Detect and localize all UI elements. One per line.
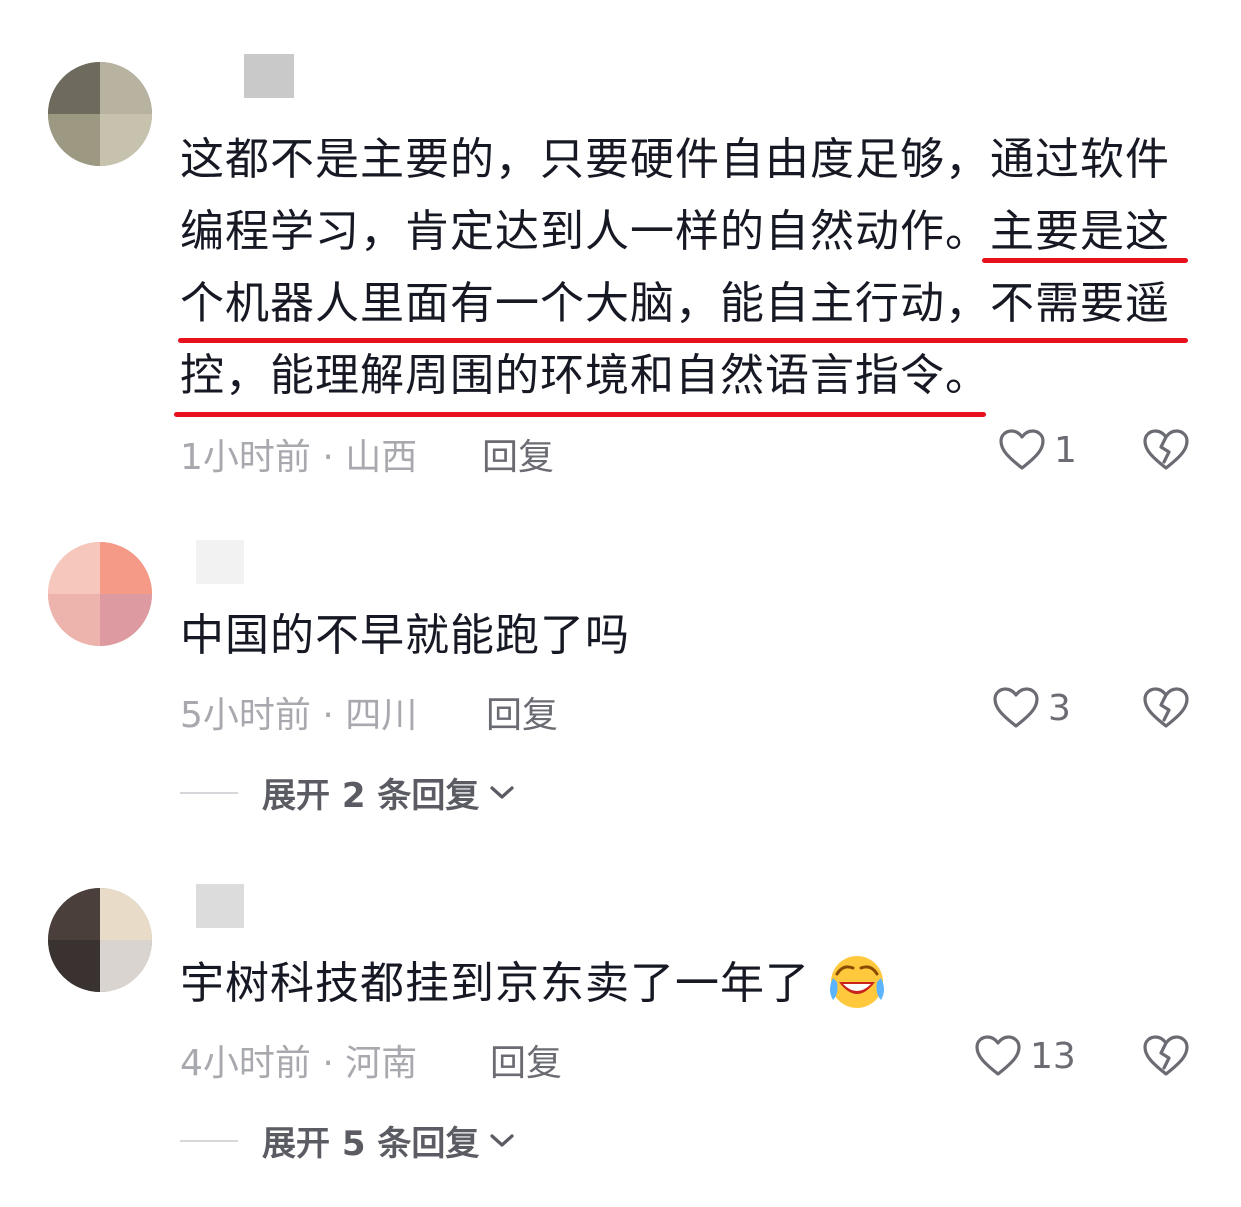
like-count: 3 (1048, 687, 1071, 729)
expand-replies-button[interactable]: 展开 5 条回复 (180, 1116, 515, 1165)
like-count: 1 (1054, 429, 1077, 471)
avatar[interactable] (48, 62, 152, 166)
crying-laughing-emoji-icon (830, 956, 884, 1008)
like-button[interactable]: 3 (992, 686, 1071, 730)
expand-replies-button[interactable]: 展开 2 条回复 (180, 768, 515, 817)
dislike-button[interactable] (1142, 428, 1190, 476)
username-redacted[interactable] (244, 54, 294, 98)
chevron-down-icon (490, 785, 514, 799)
like-button[interactable]: 13 (974, 1034, 1076, 1078)
divider (180, 1139, 238, 1142)
broken-heart-icon (1143, 1035, 1189, 1076)
comment-line: 中国的不早就能跑了吗 (180, 610, 630, 661)
comment-line: 控，能理解周围的环境和自然语言指令。 (180, 350, 990, 401)
avatar[interactable] (48, 888, 152, 992)
expand-replies-label: 展开 2 条回复 (262, 776, 480, 816)
comment-text: 中国的不早就能跑了吗 (180, 600, 1190, 672)
highlight-underline (174, 412, 986, 417)
comment-line: 个机器人里面有一个大脑，能自主行动，不需要遥 (180, 278, 1170, 329)
dislike-button[interactable] (1142, 686, 1190, 734)
like-count: 13 (1030, 1035, 1076, 1077)
comment-text: 这都不是主要的，只要硬件自由度足够，通过软件 编程学习，肯定达到人一样的自然动作… (180, 124, 1190, 412)
comment-line: 宇树科技都挂到京东卖了一年了 (180, 958, 810, 1009)
reply-button[interactable]: 回复 (490, 1034, 562, 1086)
divider (180, 791, 238, 794)
reply-button[interactable]: 回复 (486, 686, 558, 738)
highlight-underline (982, 258, 1188, 263)
dislike-button[interactable] (1142, 1034, 1190, 1082)
comment-meta: 5小时前 · 四川 (180, 695, 418, 736)
chevron-down-icon (490, 1133, 514, 1147)
heart-outline-icon (993, 687, 1039, 728)
username-redacted[interactable] (196, 540, 244, 584)
expand-replies-label: 展开 5 条回复 (262, 1124, 480, 1164)
broken-heart-icon (1143, 429, 1189, 470)
broken-heart-icon (1143, 687, 1189, 728)
comment-meta: 4小时前 · 河南 (180, 1043, 418, 1084)
reply-button[interactable]: 回复 (482, 428, 554, 480)
heart-outline-icon (999, 429, 1045, 470)
comment-item: 这都不是主要的，只要硬件自由度足够，通过软件 编程学习，肯定达到人一样的自然动作… (0, 0, 1241, 500)
avatar[interactable] (48, 542, 152, 646)
comment-line: 这都不是主要的，只要硬件自由度足够，通过软件 (180, 134, 1170, 185)
username-redacted[interactable] (196, 884, 244, 928)
comment-meta: 1小时前 · 山西 (180, 437, 418, 478)
heart-outline-icon (975, 1035, 1021, 1076)
comment-text: 宇树科技都挂到京东卖了一年了 (180, 948, 1190, 1020)
like-button[interactable]: 1 (998, 428, 1077, 472)
comment-item: 宇树科技都挂到京东卖了一年了 4小时前 · 河南 回复 13 展开 5 条回复 (0, 0, 1241, 1164)
highlight-underline (178, 338, 1188, 343)
